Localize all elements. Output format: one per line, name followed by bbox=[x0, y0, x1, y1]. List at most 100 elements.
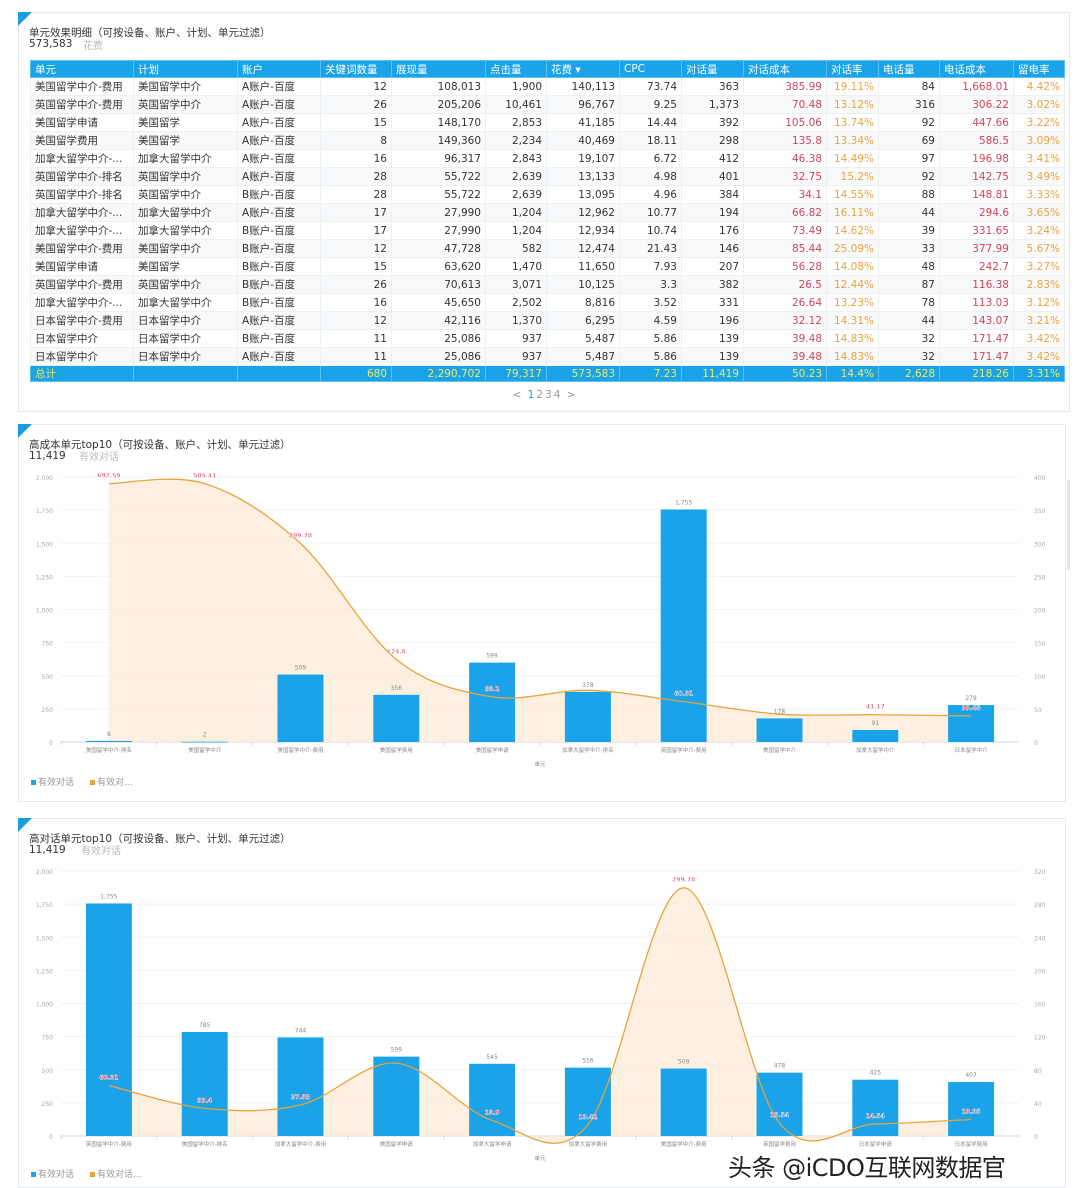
legend-item-line[interactable]: 有效对... bbox=[90, 775, 133, 788]
table-cell: 5.86 bbox=[619, 347, 682, 366]
table-cell: B账户-百度 bbox=[237, 185, 321, 204]
x-tick-label: 加拿大留学中介-排名 bbox=[562, 746, 614, 754]
table-cell: 316 bbox=[878, 95, 940, 114]
y-right-tick-label: 400 bbox=[1034, 475, 1046, 482]
table-row[interactable]: 美国留学中介-费用 美国留学中介 A账户-百度 12 108,013 1,900 140,1… bbox=[30, 77, 1065, 96]
table-cell: 382 bbox=[681, 275, 744, 294]
bar bbox=[373, 694, 420, 742]
bar-data-label: 425 bbox=[870, 1070, 882, 1077]
y-left-tick-label: 500 bbox=[42, 1068, 54, 1075]
table-row[interactable]: 美国留学申请 美国留学 B账户-百度 15 63,620 1,470 11,650 7.93 2… bbox=[30, 257, 1065, 276]
column-header[interactable]: 点击量 bbox=[485, 60, 547, 78]
line-data-label: 505.41 bbox=[193, 473, 216, 480]
table-cell: 586.5 bbox=[939, 131, 1014, 150]
column-header[interactable]: 单元 bbox=[30, 60, 134, 78]
table-row[interactable]: 英国留学中介-费用 英国留学中介 A账户-百度 26 205,206 10,461 96,7… bbox=[30, 95, 1065, 114]
table-cell: 9.25 bbox=[619, 95, 682, 114]
next-page-button[interactable]: > bbox=[567, 389, 576, 401]
table-cell: 39.48 bbox=[743, 347, 827, 366]
bar-data-label: 279 bbox=[965, 695, 977, 702]
bar bbox=[660, 509, 707, 742]
table-cell: 7.93 bbox=[619, 257, 682, 276]
table-row[interactable]: 加拿大留学中介-... 加拿大留学中介 B账户-百度 16 45,650 2,502 8,8… bbox=[30, 293, 1065, 312]
column-header[interactable]: 电话成本 bbox=[939, 60, 1014, 78]
page-button[interactable]: 1 bbox=[528, 389, 535, 401]
filter-corner-icon[interactable] bbox=[18, 818, 32, 832]
legend-item-bar[interactable]: 有效对话 bbox=[31, 775, 74, 788]
line-data-label: 692.59 bbox=[97, 473, 120, 480]
table-row[interactable]: 美国留学申请 美国留学 A账户-百度 15 148,170 2,853 41,185 14.4… bbox=[30, 113, 1065, 132]
table-cell: 55,722 bbox=[391, 167, 486, 186]
high-conversation-top10-panel: 高对话单元top10（可按设备、账户、计划、单元过滤） 11,419 有效对话 … bbox=[18, 818, 1066, 1188]
table-cell: 63,620 bbox=[391, 257, 486, 276]
scrollbar[interactable] bbox=[1067, 480, 1070, 570]
table-cell: 582 bbox=[485, 239, 547, 258]
table-row[interactable]: 美国留学费用 美国留学 A账户-百度 8 149,360 2,234 40,469 18.11… bbox=[30, 131, 1065, 150]
table-row[interactable]: 英国留学中介-排名 英国留学中介 A账户-百度 28 55,722 2,639 13,133… bbox=[30, 167, 1065, 186]
table-row[interactable]: 日本留学中介 日本留学中介 B账户-百度 11 25,086 937 5,487 5.86 13… bbox=[30, 329, 1065, 348]
prev-page-button[interactable]: < bbox=[512, 389, 521, 401]
table-row[interactable]: 美国留学中介-费用 美国留学中介 B账户-百度 12 47,728 582 12,474 21… bbox=[30, 239, 1065, 258]
table-row[interactable]: 加拿大留学中介-... 加拿大留学中介 A账户-百度 16 96,317 2,843 19,… bbox=[30, 149, 1065, 168]
filter-corner-icon[interactable] bbox=[18, 424, 32, 438]
line-data-label: 60.91 bbox=[674, 691, 693, 698]
column-header[interactable]: 展现量 bbox=[391, 60, 486, 78]
table-cell: 1,373 bbox=[681, 95, 744, 114]
table-cell: 8,816 bbox=[546, 293, 620, 312]
table-cell: 113.03 bbox=[939, 293, 1014, 312]
column-header[interactable]: 对话量 bbox=[681, 60, 744, 78]
table-cell: 149,360 bbox=[391, 131, 486, 150]
table-row[interactable]: 英国留学中介-费用 英国留学中介 B账户-百度 26 70,613 3,071 10,125… bbox=[30, 275, 1065, 294]
table-cell: 加拿大留学中介-... bbox=[30, 149, 134, 168]
table-cell: 日本留学中介 bbox=[30, 329, 134, 348]
table-cell: 3.24% bbox=[1013, 221, 1065, 240]
column-header[interactable]: 账户 bbox=[237, 60, 321, 78]
filter-corner-icon[interactable] bbox=[18, 12, 32, 26]
column-header[interactable]: 留电率 bbox=[1013, 60, 1065, 78]
table-cell: 10,125 bbox=[546, 275, 620, 294]
table-cell: 42,116 bbox=[391, 311, 486, 330]
table-cell: 32 bbox=[878, 347, 940, 366]
table-cell: 176 bbox=[681, 221, 744, 240]
table-cell: 英国留学中介 bbox=[133, 95, 238, 114]
table-cell: 88 bbox=[878, 185, 940, 204]
column-header[interactable]: CPC bbox=[619, 60, 682, 78]
column-header[interactable]: 关键词数量 bbox=[320, 60, 392, 78]
column-header[interactable]: 电话量 bbox=[878, 60, 940, 78]
table-cell: 英国留学中介-排名 bbox=[30, 185, 134, 204]
table-row[interactable]: 加拿大留学中介-... 加拿大留学中介 B账户-百度 17 27,990 1,204 12,… bbox=[30, 221, 1065, 240]
column-header[interactable]: 对话率 bbox=[826, 60, 879, 78]
table-row[interactable]: 日本留学中介 日本留学中介 A账户-百度 11 25,086 937 5,487 5.86 13… bbox=[30, 347, 1065, 366]
table-cell: 377.99 bbox=[939, 239, 1014, 258]
table-cell: 日本留学中介 bbox=[30, 347, 134, 366]
table-row[interactable]: 日本留学中介-费用 日本留学中介 A账户-百度 12 42,116 1,370 6,295 4… bbox=[30, 311, 1065, 330]
total-row: 总计 680 2,290,702 79,317 573,583 7.23 11,419 50.… bbox=[30, 365, 1065, 382]
table-row[interactable]: 加拿大留学中介-... 加拿大留学中介 A账户-百度 17 27,990 1,204 12,… bbox=[30, 203, 1065, 222]
table-cell: 44 bbox=[878, 311, 940, 330]
table-cell: 12 bbox=[320, 239, 392, 258]
table-cell: 331 bbox=[681, 293, 744, 312]
table-cell: 45,650 bbox=[391, 293, 486, 312]
x-tick-label: 英国留学中介-费用 bbox=[661, 746, 707, 754]
table-cell: 306.22 bbox=[939, 95, 1014, 114]
line-data-label: 18.9 bbox=[485, 1109, 500, 1116]
table-cell: 3.02% bbox=[1013, 95, 1065, 114]
table-row[interactable]: 英国留学中介-排名 英国留学中介 B账户-百度 28 55,722 2,639 13,095… bbox=[30, 185, 1065, 204]
table-cell: 139 bbox=[681, 329, 744, 348]
line-data-label: 33.4 bbox=[197, 1097, 212, 1104]
column-header[interactable]: 计划 bbox=[133, 60, 238, 78]
table-cell: 196 bbox=[681, 311, 744, 330]
line-data-label: 60.91 bbox=[99, 1075, 118, 1082]
page-button[interactable]: 4 bbox=[554, 389, 561, 401]
page-button[interactable]: 2 bbox=[536, 389, 543, 401]
table-cell: 196.98 bbox=[939, 149, 1014, 168]
table-cell: 10.74 bbox=[619, 221, 682, 240]
table-cell: A账户-百度 bbox=[237, 77, 321, 96]
unit-detail-table: 单元 计划 账户 关键词数量 展现量 点击量 花费 ▾ CPC 对话量 对话成本 对话率 电话量 电话成… bbox=[30, 60, 1065, 382]
column-header[interactable]: 花费 ▾ bbox=[546, 60, 620, 78]
table-cell: 1,470 bbox=[485, 257, 547, 276]
column-header[interactable]: 对话成本 bbox=[743, 60, 827, 78]
table-cell: 11,650 bbox=[546, 257, 620, 276]
table-cell: 26.64 bbox=[743, 293, 827, 312]
page-button[interactable]: 3 bbox=[545, 389, 552, 401]
